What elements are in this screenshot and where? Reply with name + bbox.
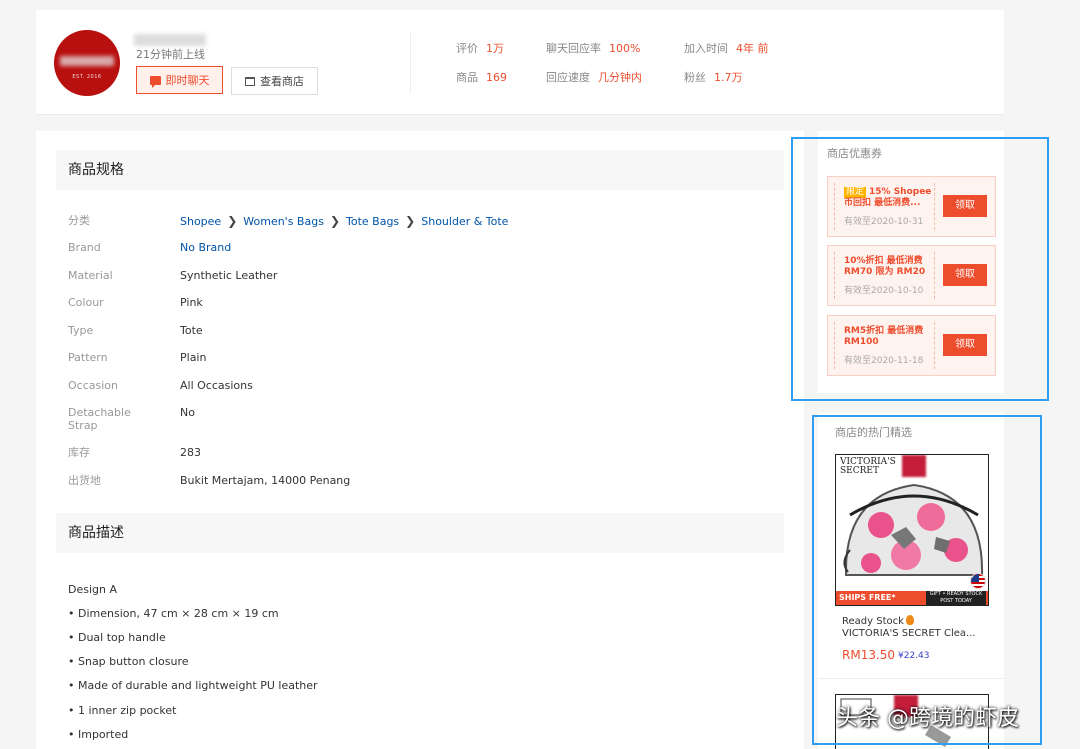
stat-products: 商品 169: [456, 71, 507, 84]
product-image[interactable]: VICTORIA'S SECRET SHIPS FREE* GIFT • REA…: [835, 454, 989, 606]
claim-coupon-button[interactable]: 领取: [943, 264, 987, 286]
shop-header: EST. 2016 21分钟前上线 即时聊天 查看商店 评价 1万 聊天回应率 10…: [36, 10, 1004, 114]
avatar-est-text: EST. 2016: [72, 74, 102, 80]
stat-response-time: 回应速度 几分钟内: [546, 71, 642, 84]
view-shop-button[interactable]: 查看商店: [231, 67, 318, 95]
chat-icon: [149, 75, 161, 88]
description-line: • Snap button closure: [68, 655, 189, 668]
product-title-line1[interactable]: Ready Stock: [842, 615, 914, 627]
coupon-card: 限定 15% Shopee币回扣 最低消费... 有效至2020-10-31 领取: [827, 176, 996, 237]
description-line: • Made of durable and lightweight PU lea…: [68, 679, 318, 692]
coupon-card: RM5折扣 最低消费RM100 有效至2020-11-18 领取: [827, 315, 996, 376]
shop-name-blurred: [134, 34, 206, 46]
chevron-right-icon: ❯: [405, 214, 416, 228]
breadcrumb-shoulder-tote[interactable]: Shoulder & Tote: [421, 215, 508, 228]
coupon-text: RM5折扣 最低消费RM100: [844, 326, 924, 347]
category-breadcrumb: Shopee ❯ Women's Bags ❯ Tote Bags ❯ Shou…: [180, 214, 680, 228]
brand-link[interactable]: No Brand: [180, 241, 680, 254]
hot-picks-title: 商店的热门精选: [835, 426, 912, 439]
fire-icon: [905, 615, 914, 625]
online-status: 21分钟前上线: [136, 48, 205, 61]
chat-now-label: 即时聊天: [165, 74, 210, 87]
breadcrumb-tote-bags[interactable]: Tote Bags: [346, 215, 399, 228]
stat-ratings: 评价 1万: [456, 42, 504, 55]
pouch-illustration: [843, 483, 984, 576]
ships-free-banner: SHIPS FREE* GIFT • READY STOCK POST TODA…: [836, 591, 988, 605]
chevron-right-icon: ❯: [227, 214, 238, 228]
coupon-text: 10%折扣 最低消费RM70 限为 RM20: [844, 256, 926, 277]
stat-chat-response-rate: 聊天回应率 100%: [546, 42, 641, 55]
breadcrumb-shopee[interactable]: Shopee: [180, 215, 221, 228]
chat-now-button[interactable]: 即时聊天: [136, 66, 223, 94]
description-line: Design A: [68, 583, 118, 596]
stat-followers: 粉丝 1.7万: [684, 71, 743, 84]
coupon-text: 限定 15% Shopee币回扣 最低消费...: [844, 187, 932, 208]
store-icon: [245, 76, 255, 86]
description-line: • Dimension, 47 cm × 28 cm × 19 cm: [68, 607, 279, 620]
description-line: • Imported: [68, 728, 129, 741]
watermark: 头条 @跨境的虾皮: [836, 706, 1019, 731]
shop-avatar[interactable]: EST. 2016: [54, 30, 120, 96]
coupon-expiry: 有效至2020-11-18: [844, 356, 924, 366]
coupon-expiry: 有效至2020-10-31: [844, 217, 924, 227]
breadcrumb-womens-bags[interactable]: Women's Bags: [243, 215, 324, 228]
product-price: RM13.50: [842, 648, 896, 662]
claim-coupon-button[interactable]: 领取: [943, 195, 987, 217]
product-price-cny: ¥22.43: [898, 651, 930, 661]
description-line: • Dual top handle: [68, 631, 166, 644]
limited-tag: 限定: [844, 187, 867, 198]
description-heading: 商品描述: [56, 513, 784, 553]
shop-hot-picks-panel: 商店的热门精选 VICTORIA'S SECRET SHIPS FREE* GI…: [818, 412, 1004, 749]
chevron-right-icon: ❯: [329, 214, 340, 228]
stat-joined: 加入时间 4年 前: [684, 42, 769, 55]
description-line: • 1 inner zip pocket: [68, 704, 177, 717]
malaysia-flag-icon: [970, 573, 986, 589]
coupon-expiry: 有效至2020-10-10: [844, 286, 924, 296]
shop-coupons-panel: 商店优惠券 限定 15% Shopee币回扣 最低消费... 有效至2020-10…: [818, 131, 1004, 393]
coupon-card: 10%折扣 最低消费RM70 限为 RM20 有效至2020-10-10 领取: [827, 245, 996, 306]
claim-coupon-button[interactable]: 领取: [943, 334, 987, 356]
product-title-line2[interactable]: VICTORIA'S SECRET Clea...: [842, 628, 982, 639]
coupons-title: 商店优惠券: [827, 147, 882, 160]
view-shop-label: 查看商店: [260, 75, 304, 88]
product-details-panel: 商品规格 分类 Shopee ❯ Women's Bags ❯ Tote Bag…: [36, 131, 804, 749]
specs-heading: 商品规格: [56, 150, 784, 190]
header-divider: [410, 32, 411, 94]
